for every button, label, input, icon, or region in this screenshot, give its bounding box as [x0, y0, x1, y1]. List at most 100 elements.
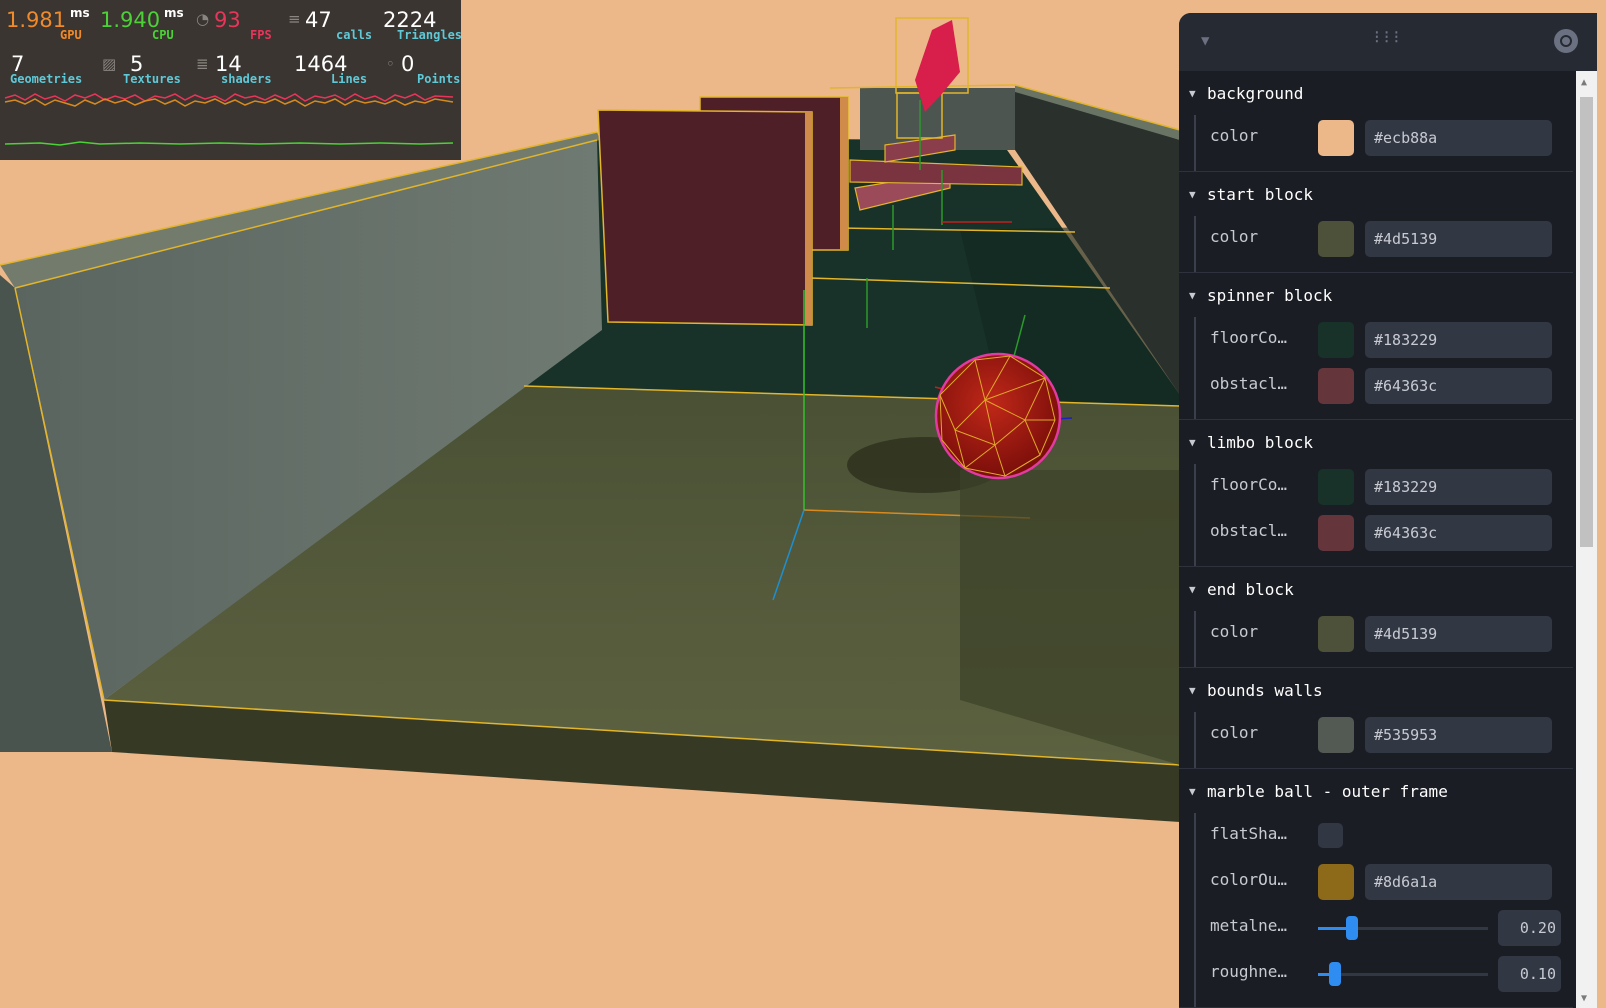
chevron-down-icon[interactable]: ▼ — [1189, 420, 1196, 466]
scroll-up-arrow-icon[interactable]: ▲ — [1581, 77, 1587, 88]
drag-handle-icon[interactable]: ⁝⁝⁝ — [1374, 27, 1403, 48]
control-label: floorCo… — [1210, 475, 1288, 494]
search-icon[interactable] — [1554, 29, 1578, 53]
folder-0: ▼ background color #ecb88a — [1179, 71, 1573, 172]
slider-track[interactable] — [1318, 962, 1488, 986]
control-label: metalne… — [1210, 916, 1288, 935]
color-hex-input[interactable]: #ecb88a — [1365, 120, 1552, 156]
folder-2: ▼ spinner block floorCo… #183229 obstacl… #64… — [1179, 273, 1573, 420]
chevron-down-icon[interactable]: ▼ — [1189, 769, 1196, 815]
folder-3: ▼ limbo block floorCo… #183229 obstacl… #6436… — [1179, 420, 1573, 567]
control-row: color #535953 — [1196, 712, 1573, 758]
folder-title-label: marble ball - outer frame — [1207, 782, 1448, 801]
folder-title[interactable]: ▼ start block — [1179, 172, 1573, 216]
color-swatch[interactable] — [1318, 322, 1354, 358]
color-swatch[interactable] — [1318, 515, 1354, 551]
control-label: color — [1210, 126, 1259, 145]
folder-title-label: background — [1207, 84, 1304, 103]
color-hex-input[interactable]: #64363c — [1365, 515, 1552, 551]
folder-body: color #ecb88a — [1194, 115, 1573, 171]
control-row: colorOu… #8d6a1a — [1196, 859, 1573, 905]
control-label: color — [1210, 622, 1259, 641]
color-hex-input[interactable]: #535953 — [1365, 717, 1552, 753]
folder-1: ▼ start block color #4d5139 — [1179, 172, 1573, 273]
scroll-down-arrow-icon[interactable]: ▼ — [1581, 993, 1587, 1004]
color-hex-input[interactable]: #4d5139 — [1365, 221, 1552, 257]
chevron-down-icon[interactable]: ▼ — [1189, 172, 1196, 218]
obstacle-box-front — [597, 109, 813, 326]
color-swatch[interactable] — [1318, 717, 1354, 753]
control-label: roughne… — [1210, 962, 1288, 981]
chevron-down-icon[interactable]: ▼ — [1189, 668, 1196, 714]
color-hex-input[interactable]: #4d5139 — [1365, 616, 1552, 652]
folder-title-label: start block — [1207, 185, 1313, 204]
control-label: obstacl… — [1210, 374, 1288, 393]
control-row: floorCo… #183229 — [1196, 317, 1573, 363]
folder-6: ▼ marble ball - outer frame flatSha… colorO… — [1179, 769, 1573, 1008]
folder-body: color #535953 — [1194, 712, 1573, 768]
control-label: colorOu… — [1210, 870, 1288, 889]
control-label: floorCo… — [1210, 328, 1288, 347]
chevron-down-icon[interactable]: ▼ — [1189, 71, 1196, 117]
color-swatch[interactable] — [1318, 616, 1354, 652]
slider-handle[interactable] — [1346, 916, 1358, 940]
control-row: roughne… 0.10 — [1196, 951, 1573, 997]
folder-list: ▼ background color #ecb88a ▼ start block color… — [1179, 71, 1573, 1008]
folder-4: ▼ end block color #4d5139 — [1179, 567, 1573, 668]
control-label: obstacl… — [1210, 521, 1288, 540]
control-row: floorCo… #183229 — [1196, 464, 1573, 510]
folder-title[interactable]: ▼ limbo block — [1179, 420, 1573, 464]
control-row: color #4d5139 — [1196, 611, 1573, 657]
fps-graph-line — [4, 141, 454, 146]
color-hex-input[interactable]: #8d6a1a — [1365, 864, 1552, 900]
folder-title[interactable]: ▼ marble ball - outer frame — [1179, 769, 1573, 813]
color-hex-input[interactable]: #183229 — [1365, 322, 1552, 358]
performance-monitor: 1.981 ms GPU 1.940 ms CPU ◔ 93 FPS ≡ 47 … — [0, 0, 462, 160]
folder-title[interactable]: ▼ bounds walls — [1179, 668, 1573, 712]
scrollbar-thumb[interactable] — [1580, 97, 1593, 547]
control-row: metalne… 0.20 — [1196, 905, 1573, 951]
gpu-graph-line — [4, 93, 454, 102]
panel-scrollbar[interactable]: ▲ ▼ — [1576, 71, 1597, 1008]
obstacle-box-back-side — [840, 97, 848, 250]
color-swatch[interactable] — [1318, 221, 1354, 257]
chevron-down-icon[interactable]: ▼ — [1189, 273, 1196, 319]
control-row: color #ecb88a — [1196, 115, 1573, 161]
folder-body: color #4d5139 — [1194, 611, 1573, 667]
folder-5: ▼ bounds walls color #535953 — [1179, 668, 1573, 769]
color-swatch[interactable] — [1318, 469, 1354, 505]
control-row: obstacl… #64363c — [1196, 510, 1573, 556]
folder-title-label: spinner block — [1207, 286, 1333, 305]
control-label: color — [1210, 723, 1259, 742]
color-hex-input[interactable]: #183229 — [1365, 469, 1552, 505]
folder-title[interactable]: ▼ end block — [1179, 567, 1573, 611]
chevron-down-icon[interactable]: ▼ — [1189, 567, 1196, 613]
chevron-down-icon[interactable]: ▼ — [1201, 33, 1209, 49]
control-row: color #4d5139 — [1196, 216, 1573, 262]
control-row: obstacl… #64363c — [1196, 363, 1573, 409]
folder-title-label: end block — [1207, 580, 1294, 599]
color-swatch[interactable] — [1318, 120, 1354, 156]
number-input[interactable]: 0.20 — [1498, 910, 1561, 946]
folder-body: flatSha… colorOu… #8d6a1a metalne… 0.20 rough… — [1194, 813, 1573, 1007]
folder-title[interactable]: ▼ background — [1179, 71, 1573, 115]
number-input[interactable]: 0.10 — [1498, 956, 1561, 992]
slider-track[interactable] — [1318, 916, 1488, 940]
slider-handle[interactable] — [1329, 962, 1341, 986]
obstacle-box-front-side — [805, 112, 812, 325]
folder-title-label: bounds walls — [1207, 681, 1323, 700]
color-swatch[interactable] — [1318, 864, 1354, 900]
checkbox[interactable] — [1318, 823, 1343, 848]
folder-body: floorCo… #183229 obstacl… #64363c — [1194, 317, 1573, 419]
perf-graphs — [4, 93, 454, 146]
panel-header[interactable]: ▼ ⁝⁝⁝ — [1179, 13, 1597, 71]
folder-body: floorCo… #183229 obstacl… #64363c — [1194, 464, 1573, 566]
color-swatch[interactable] — [1318, 368, 1354, 404]
control-label: flatSha… — [1210, 824, 1288, 843]
color-hex-input[interactable]: #64363c — [1365, 368, 1552, 404]
folder-title[interactable]: ▼ spinner block — [1179, 273, 1573, 317]
folder-title-label: limbo block — [1207, 433, 1313, 452]
control-label: color — [1210, 227, 1259, 246]
control-row: flatSha… — [1196, 813, 1573, 859]
gui-panel[interactable]: ▼ ⁝⁝⁝ ▼ background color #ecb88a ▼ start bloc… — [1179, 13, 1597, 1008]
